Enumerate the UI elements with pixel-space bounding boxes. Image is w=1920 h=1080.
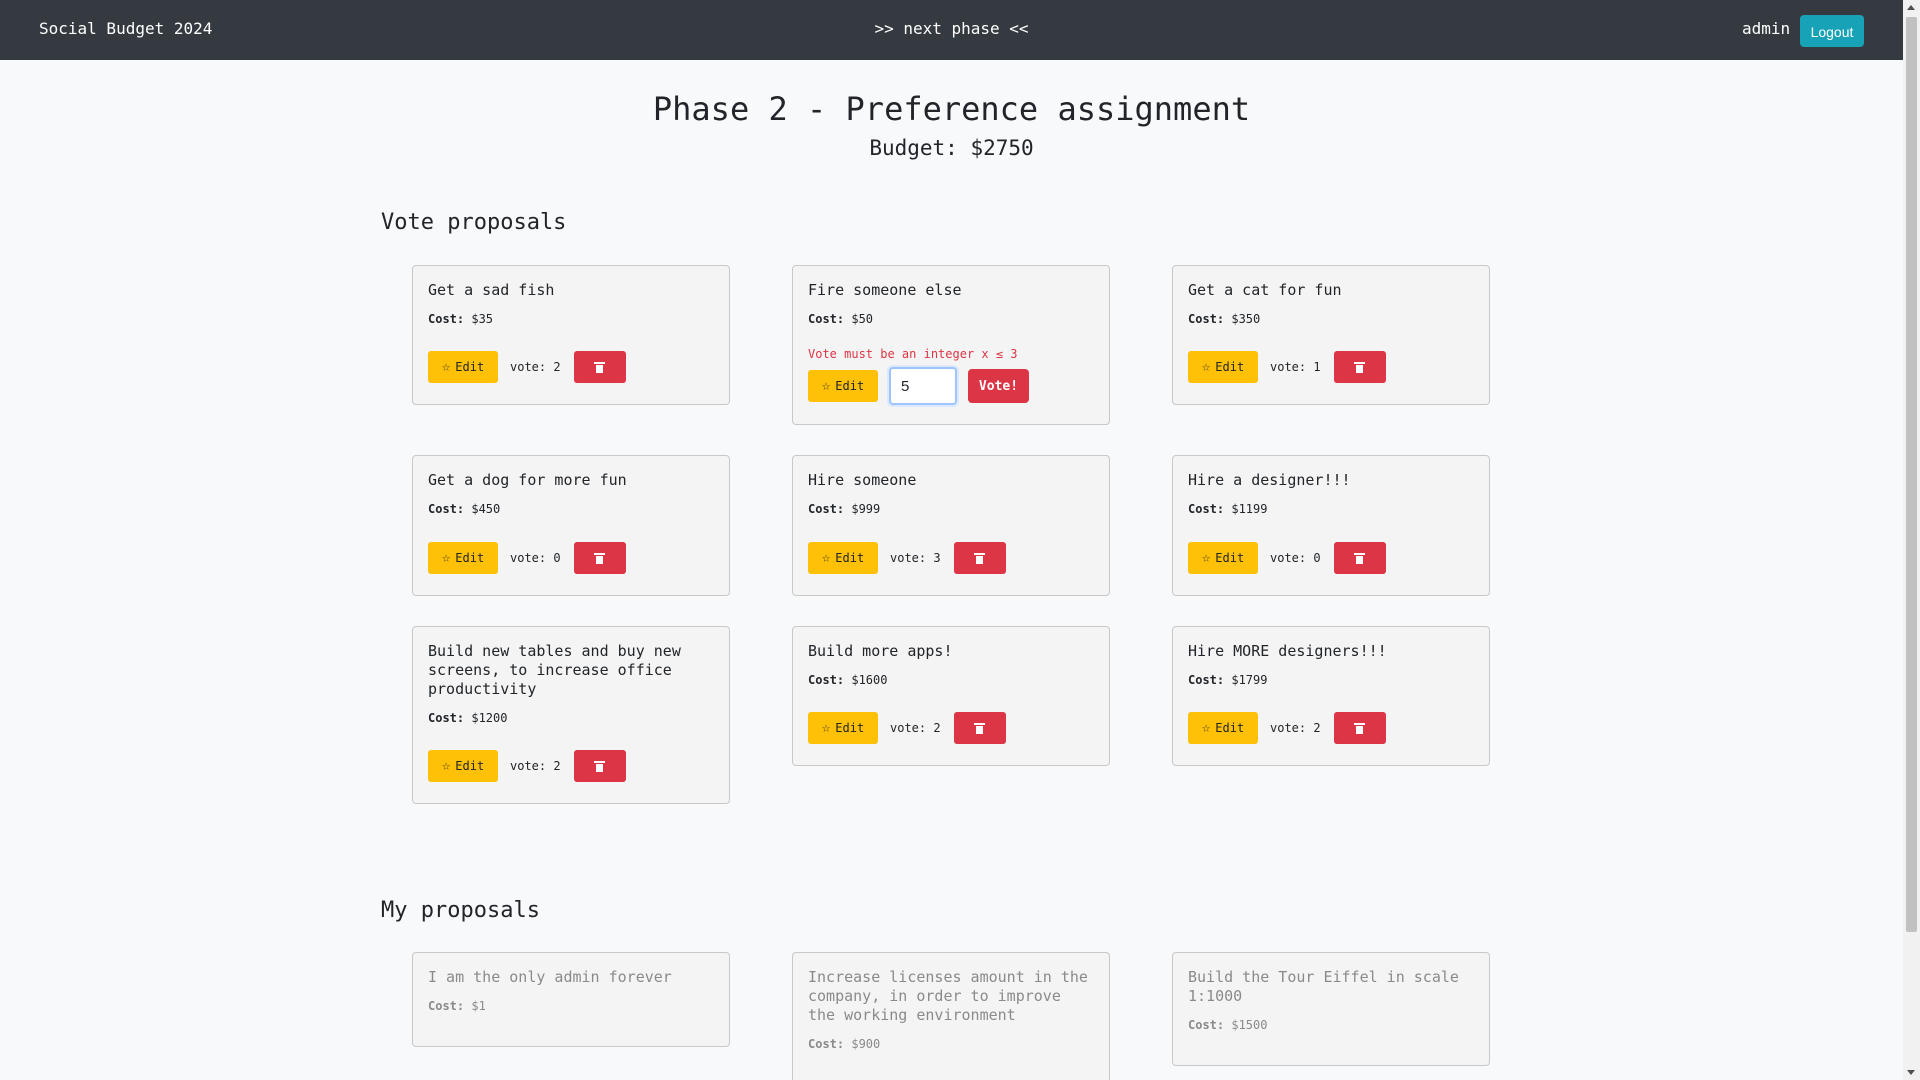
proposal-title: Build new tables and buy new screens, to… <box>428 642 681 698</box>
vote-input[interactable] <box>889 367 957 405</box>
proposal-card: Hire a designer!!! Cost: $1199 ☆ Edit vot… <box>1172 455 1490 596</box>
edit-button[interactable]: ☆ Edit <box>428 750 498 782</box>
edit-button[interactable]: ☆ Edit <box>808 370 878 402</box>
vote-count: vote: 1 <box>1270 360 1321 374</box>
vote-count: vote: 3 <box>890 551 941 565</box>
edit-button[interactable]: ☆ Edit <box>808 712 878 744</box>
proposal-card: Build new tables and buy new screens, to… <box>412 626 730 804</box>
logout-button[interactable]: Logout <box>1800 15 1864 47</box>
proposal-cost: Cost: $1799 <box>1188 673 1268 687</box>
proposal-title: Fire someone else <box>808 281 962 299</box>
my-proposal-card: I am the only admin forever Cost: $1 <box>412 952 730 1047</box>
proposal-card: Hire MORE designers!!! Cost: $1799 ☆ Edit… <box>1172 626 1490 766</box>
proposal-card: Get a cat for fun Cost: $350 ☆ Edit vote:… <box>1172 265 1490 405</box>
proposal-card: Hire someone Cost: $999 ☆ Edit vote: 3 <box>792 455 1110 596</box>
proposal-title: Increase licenses amount in the company,… <box>808 968 1088 1024</box>
proposal-title: Get a sad fish <box>428 281 555 299</box>
proposal-card: Get a sad fish Cost: $35 ☆ Edit vote: 2 <box>412 265 730 405</box>
proposal-title: I am the only admin forever <box>428 968 672 986</box>
edit-button[interactable]: ☆ Edit <box>428 542 498 574</box>
proposal-title: Hire MORE designers!!! <box>1188 642 1387 660</box>
proposal-title: Get a dog for more fun <box>428 471 627 489</box>
edit-button[interactable]: ☆ Edit <box>1188 542 1258 574</box>
vote-count: vote: 2 <box>1270 721 1321 735</box>
edit-button[interactable]: ☆ Edit <box>1188 712 1258 744</box>
proposal-title: Hire a designer!!! <box>1188 471 1351 489</box>
proposal-title: Get a cat for fun <box>1188 281 1342 299</box>
proposal-cost: Cost: $1199 <box>1188 502 1268 516</box>
my-proposal-card: Increase licenses amount in the company,… <box>792 952 1110 1080</box>
star-icon: ☆ <box>821 720 831 736</box>
proposal-card: Build more apps! Cost: $1600 ☆ Edit vote:… <box>792 626 1110 766</box>
vote-proposals-heading: Vote proposals <box>381 210 567 235</box>
edit-button[interactable]: ☆ Edit <box>808 542 878 574</box>
edit-button[interactable]: ☆ Edit <box>428 351 498 383</box>
proposal-cost: Cost: $350 <box>1188 312 1261 326</box>
proposal-cost: Cost: $50 <box>808 312 874 326</box>
scroll-up-icon[interactable] <box>1907 5 1915 10</box>
star-icon: ☆ <box>1201 720 1211 736</box>
vote-count: vote: 2 <box>510 759 561 773</box>
proposal-title: Hire someone <box>808 471 917 489</box>
proposal-title: Build more apps! <box>808 642 953 660</box>
star-icon: ☆ <box>821 550 831 566</box>
scrollbar[interactable] <box>1903 0 1920 1080</box>
proposal-card: Get a dog for more fun Cost: $450 ☆ Edit … <box>412 455 730 596</box>
delete-button[interactable] <box>953 542 1006 574</box>
vote-count: vote: 2 <box>890 721 941 735</box>
my-proposal-card: Build the Tour Eiffel in scale 1:1000 Co… <box>1172 952 1490 1066</box>
trash-icon <box>1354 722 1366 734</box>
proposal-cost: Cost: $35 <box>428 312 494 326</box>
proposal-cost: Cost: $1200 <box>428 711 508 725</box>
trash-icon <box>974 552 986 564</box>
vote-error-message: Vote must be an integer x ≤ 3 <box>808 347 1018 361</box>
proposal-cost: Cost: $900 <box>808 1037 881 1051</box>
vote-submit-button[interactable]: Vote! <box>968 369 1029 403</box>
vote-count: vote: 0 <box>1270 551 1321 565</box>
edit-button[interactable]: ☆ Edit <box>1188 351 1258 383</box>
vote-count: vote: 2 <box>510 360 561 374</box>
navbar: Social Budget 2024 >> next phase << admi… <box>0 0 1903 60</box>
next-phase-link[interactable]: >> next phase << <box>874 19 1028 38</box>
proposal-cost: Cost: $450 <box>428 502 501 516</box>
proposal-card: Fire someone else Cost: $50 Vote must be… <box>792 265 1110 425</box>
trash-icon <box>594 760 606 772</box>
vote-count: vote: 0 <box>510 551 561 565</box>
star-icon: ☆ <box>441 359 451 375</box>
proposal-cost: Cost: $1500 <box>1188 1018 1268 1032</box>
trash-icon <box>594 361 606 373</box>
star-icon: ☆ <box>821 378 831 394</box>
delete-button[interactable] <box>953 712 1006 744</box>
scroll-down-icon[interactable] <box>1907 1070 1915 1075</box>
star-icon: ☆ <box>1201 550 1211 566</box>
delete-button[interactable] <box>573 542 626 574</box>
delete-button[interactable] <box>1333 712 1386 744</box>
trash-icon <box>1354 552 1366 564</box>
trash-icon <box>974 722 986 734</box>
delete-button[interactable] <box>573 351 626 383</box>
star-icon: ☆ <box>441 758 451 774</box>
trash-icon <box>1354 361 1366 373</box>
page-title: Phase 2 - Preference assignment <box>652 90 1251 128</box>
delete-button[interactable] <box>1333 542 1386 574</box>
proposal-cost: Cost: $1 <box>428 999 486 1013</box>
delete-button[interactable] <box>1333 351 1386 383</box>
trash-icon <box>594 552 606 564</box>
my-proposals-heading: My proposals <box>381 898 540 923</box>
star-icon: ☆ <box>1201 359 1211 375</box>
star-icon: ☆ <box>441 550 451 566</box>
delete-button[interactable] <box>573 750 626 782</box>
budget-label: Budget: $2750 <box>869 136 1034 160</box>
proposal-title: Build the Tour Eiffel in scale 1:1000 <box>1188 968 1459 1005</box>
proposal-cost: Cost: $999 <box>808 502 881 516</box>
username: admin <box>1742 19 1791 38</box>
proposal-cost: Cost: $1600 <box>808 673 888 687</box>
scrollbar-thumb[interactable] <box>1906 17 1917 932</box>
